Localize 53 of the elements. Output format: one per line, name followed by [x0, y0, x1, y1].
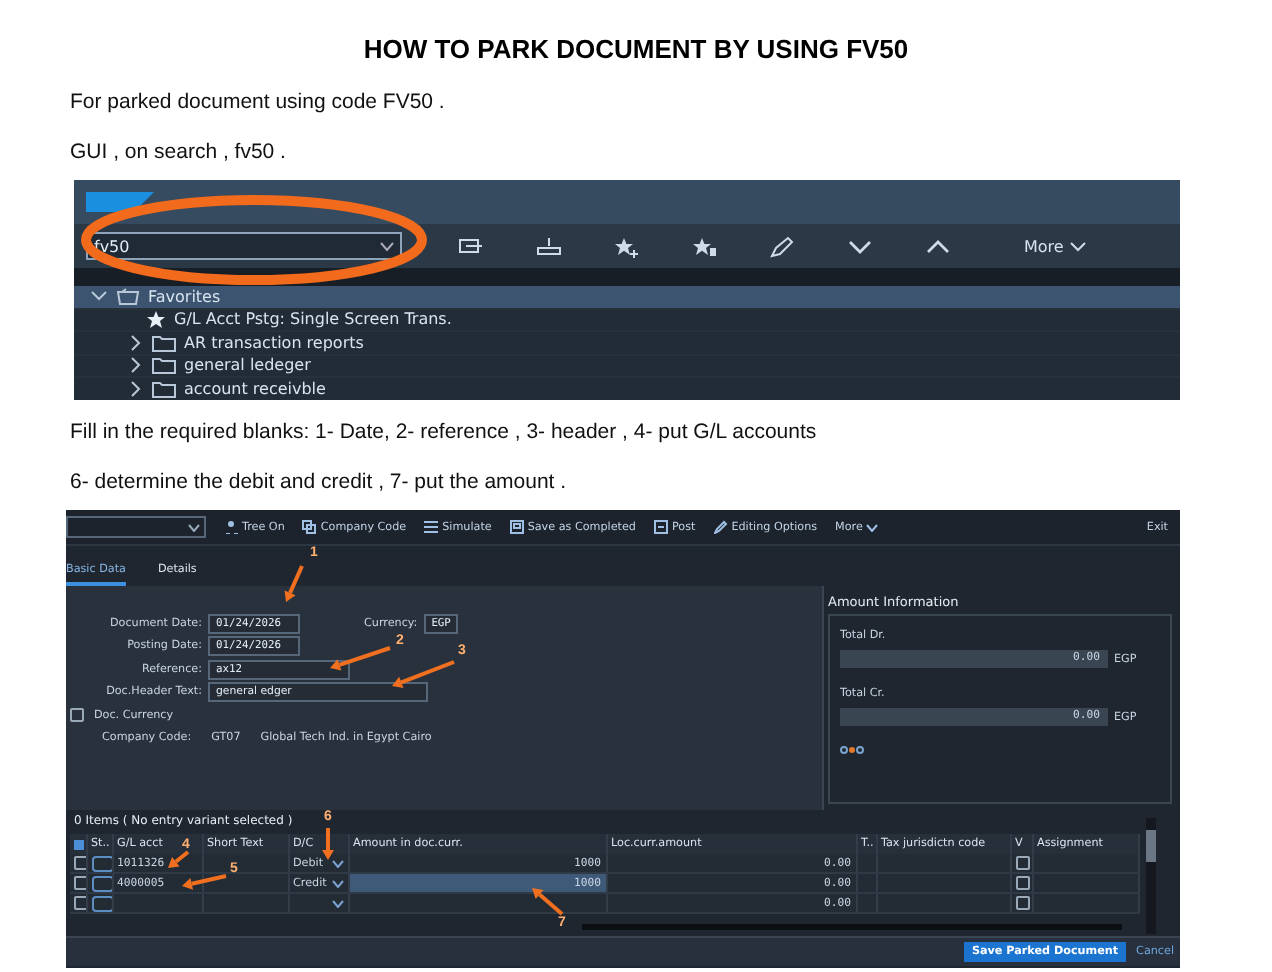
tree-item[interactable]: general ledeger [74, 355, 1180, 378]
copy-icon [302, 520, 317, 534]
folder-icon [152, 333, 176, 352]
chevron-down-icon [866, 523, 879, 531]
dropdown-field[interactable] [66, 516, 206, 538]
checkbox[interactable] [1015, 876, 1029, 890]
checkbox[interactable] [1015, 896, 1029, 910]
star-plus-icon[interactable] [614, 235, 640, 257]
tree-item[interactable]: account receivble [74, 378, 1180, 400]
tree-item[interactable]: G/L Acct Pstg: Single Screen Trans. [74, 309, 1180, 332]
instruction-text: 6- determine the debit and credit , 7- put the amount . [70, 470, 567, 494]
instruction-text: Fill in the required blanks: 1- Date, 2- reference , 3- header , 4- put G/L accounts [70, 420, 817, 444]
folder-icon [152, 356, 176, 375]
instruction-text: For parked document using code FV50 . [70, 90, 445, 114]
chevron-down-icon[interactable] [90, 287, 108, 306]
pencil-icon[interactable] [770, 235, 796, 257]
more-menu[interactable]: More [1024, 237, 1086, 255]
document-icon [653, 520, 668, 534]
logo-icon [86, 192, 154, 212]
dropdown-icon [188, 523, 200, 531]
chevron-down-icon[interactable] [848, 235, 874, 257]
hierarchy-icon [224, 520, 238, 534]
chevron-right-icon[interactable] [126, 356, 144, 375]
tree-item[interactable]: Favorites [74, 286, 1180, 309]
chevron-right-icon[interactable] [126, 379, 144, 398]
annotation-arrow [168, 850, 190, 868]
annotation-arrow [330, 646, 391, 671]
page-title: HOW TO PARK DOCUMENT BY USING FV50 [363, 36, 909, 64]
annotation-arrow [284, 565, 304, 602]
annotation-arrow [182, 874, 227, 890]
tray-icon[interactable] [536, 235, 562, 257]
folder-icon [152, 379, 176, 398]
chevron-up-icon[interactable] [926, 235, 952, 257]
annotation-arrow [392, 660, 455, 688]
star-icon [146, 310, 166, 329]
chevron-down-icon [1069, 241, 1086, 251]
tree-item[interactable]: AR transaction reports [74, 332, 1180, 355]
dropdown-icon [380, 241, 394, 251]
annotation-arrow [322, 828, 334, 860]
table-settings-icon[interactable] [74, 839, 84, 849]
list-icon [424, 520, 439, 534]
basket-icon [116, 287, 140, 306]
star-icon[interactable] [692, 235, 718, 257]
search-field[interactable]: fv50 [86, 232, 402, 260]
chevron-right-icon[interactable] [126, 333, 144, 352]
instruction-text: GUI , on search , fv50 . [70, 140, 286, 164]
status-dots-icon [840, 746, 864, 754]
pencil-icon [713, 520, 728, 534]
scrollbar[interactable] [1146, 818, 1156, 934]
enter-icon[interactable] [458, 235, 484, 257]
save-icon [509, 520, 524, 534]
annotation-arrow [532, 888, 564, 916]
checkbox[interactable] [1015, 856, 1029, 870]
